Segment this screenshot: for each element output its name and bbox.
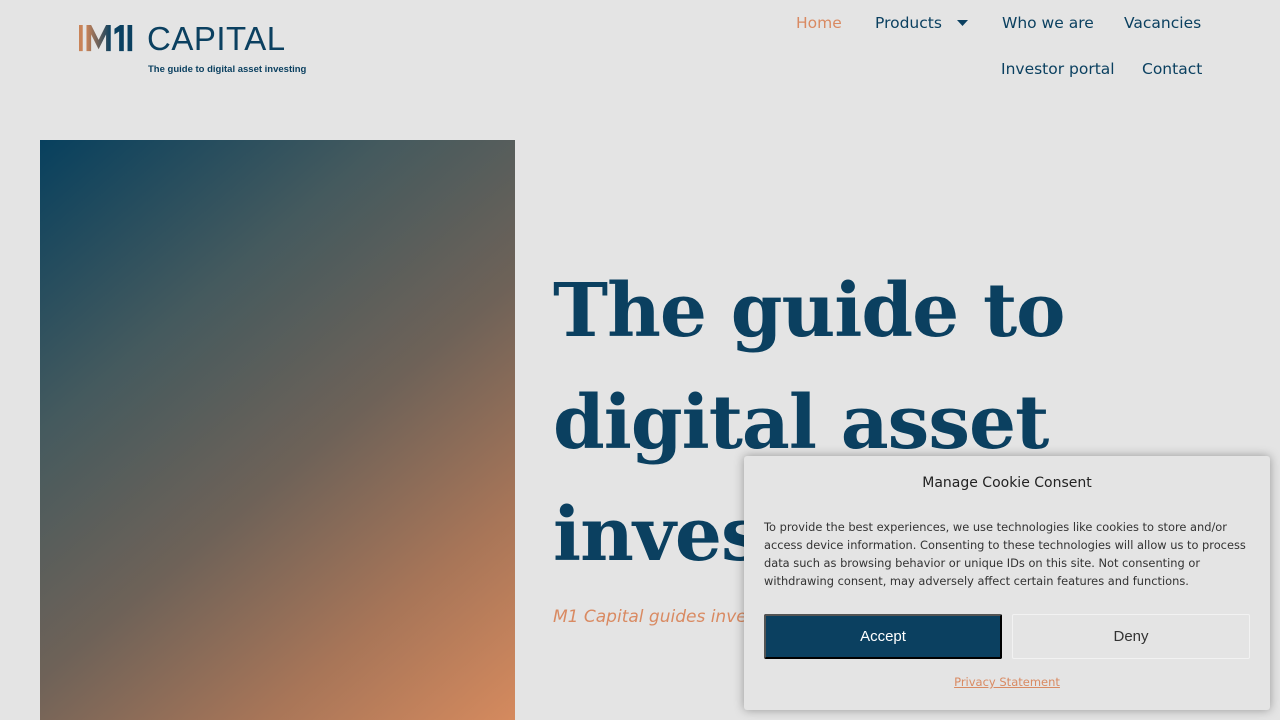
nav-item-contact[interactable]: Contact xyxy=(1142,59,1202,79)
hero-subtitle: M1 Capital guides inves xyxy=(553,607,756,627)
main-nav: Home Products Who we are Vacancies Inves… xyxy=(0,0,1280,100)
privacy-statement-link[interactable]: Privacy Statement xyxy=(744,675,1270,689)
nav-item-products-label: Products xyxy=(875,14,942,32)
deny-button[interactable]: Deny xyxy=(1012,614,1250,659)
nav-item-vacancies[interactable]: Vacancies xyxy=(1124,13,1201,33)
nav-item-products[interactable]: Products xyxy=(875,13,968,33)
accept-button[interactable]: Accept xyxy=(764,614,1002,659)
nav-item-who-we-are[interactable]: Who we are xyxy=(1002,13,1094,33)
cookie-description: To provide the best experiences, we use … xyxy=(764,520,1246,588)
cookie-title: Manage Cookie Consent xyxy=(922,475,1092,491)
cookie-consent-dialog: Manage Cookie Consent To provide the bes… xyxy=(744,456,1270,710)
caret-down-icon xyxy=(956,20,968,26)
nav-item-investor-portal[interactable]: Investor portal xyxy=(1001,59,1115,79)
hero-title-line: The guide to xyxy=(553,268,1066,354)
hero-gradient-image xyxy=(40,140,515,720)
nav-item-home[interactable]: Home xyxy=(796,13,842,33)
